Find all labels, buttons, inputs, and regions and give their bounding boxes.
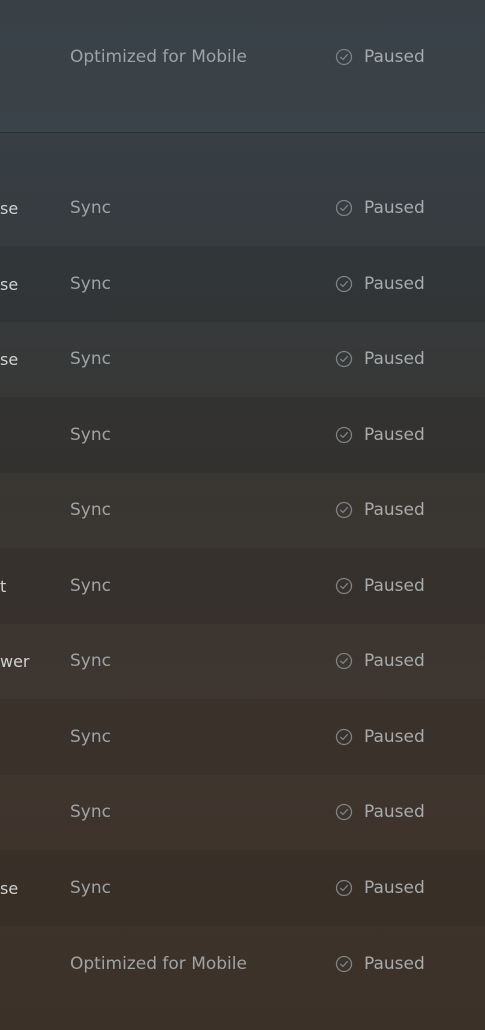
list-item[interactable]: Sync Paused (0, 699, 485, 775)
list-item[interactable]: se Sync Paused (0, 246, 485, 322)
status-label: Paused (364, 954, 425, 974)
status-label: Paused (364, 500, 425, 520)
list-item[interactable]: Optimized for Mobile Paused (0, 926, 485, 1002)
list-item[interactable]: Sync Paused (0, 472, 485, 548)
status: Paused (335, 548, 425, 624)
sync-type-label: Sync (70, 576, 111, 596)
status: Paused (335, 246, 425, 322)
check-circle-icon (335, 879, 353, 897)
check-circle-icon (335, 199, 353, 217)
sync-type-label: Sync (70, 274, 111, 294)
check-circle-icon (335, 652, 353, 670)
check-circle-icon (335, 426, 353, 444)
status: Paused (335, 623, 425, 699)
sync-type-label: Optimized for Mobile (70, 47, 247, 67)
status: Paused (335, 472, 425, 548)
item-name: se (0, 274, 19, 294)
check-circle-icon (335, 955, 353, 973)
status: Paused (335, 0, 425, 123)
check-circle-icon (335, 48, 353, 66)
top-sync-item[interactable]: Optimized for Mobile Paused (0, 0, 485, 133)
sync-type-label: Sync (70, 198, 111, 218)
list-item[interactable]: Sync Paused (0, 397, 485, 473)
status: Paused (335, 850, 425, 926)
status-label: Paused (364, 727, 425, 747)
sync-type-label: Optimized for Mobile (70, 954, 247, 974)
status: Paused (335, 926, 425, 1002)
sync-type-label: Sync (70, 425, 111, 445)
status-label: Paused (364, 198, 425, 218)
list-item[interactable]: se Sync Paused (0, 170, 485, 246)
check-circle-icon (335, 803, 353, 821)
status-label: Paused (364, 349, 425, 369)
list-item[interactable]: wer Sync Paused (0, 623, 485, 699)
status-label: Paused (364, 47, 425, 67)
list-item[interactable]: Sync Paused (0, 774, 485, 850)
status: Paused (335, 699, 425, 775)
check-circle-icon (335, 350, 353, 368)
sync-type-label: Sync (70, 878, 111, 898)
sync-type-label: Sync (70, 349, 111, 369)
status-label: Paused (364, 576, 425, 596)
status-label: Paused (364, 274, 425, 294)
list-item[interactable]: se Sync Paused (0, 321, 485, 397)
sync-type-label: Sync (70, 727, 111, 747)
status-label: Paused (364, 651, 425, 671)
status: Paused (335, 397, 425, 473)
check-circle-icon (335, 501, 353, 519)
status-label: Paused (364, 802, 425, 822)
status: Paused (335, 321, 425, 397)
sync-type-label: Sync (70, 802, 111, 822)
item-name: se (0, 349, 19, 369)
status-label: Paused (364, 425, 425, 445)
sync-type-label: Sync (70, 651, 111, 671)
sync-type-label: Sync (70, 500, 111, 520)
item-name: wer (0, 651, 30, 671)
status: Paused (335, 170, 425, 246)
check-circle-icon (335, 728, 353, 746)
item-name: se (0, 878, 19, 898)
status: Paused (335, 774, 425, 850)
item-name: se (0, 198, 19, 218)
list-item[interactable]: se Sync Paused (0, 850, 485, 926)
list-item[interactable]: t Sync Paused (0, 548, 485, 624)
check-circle-icon (335, 577, 353, 595)
check-circle-icon (335, 275, 353, 293)
item-name: t (0, 576, 7, 596)
status-label: Paused (364, 878, 425, 898)
